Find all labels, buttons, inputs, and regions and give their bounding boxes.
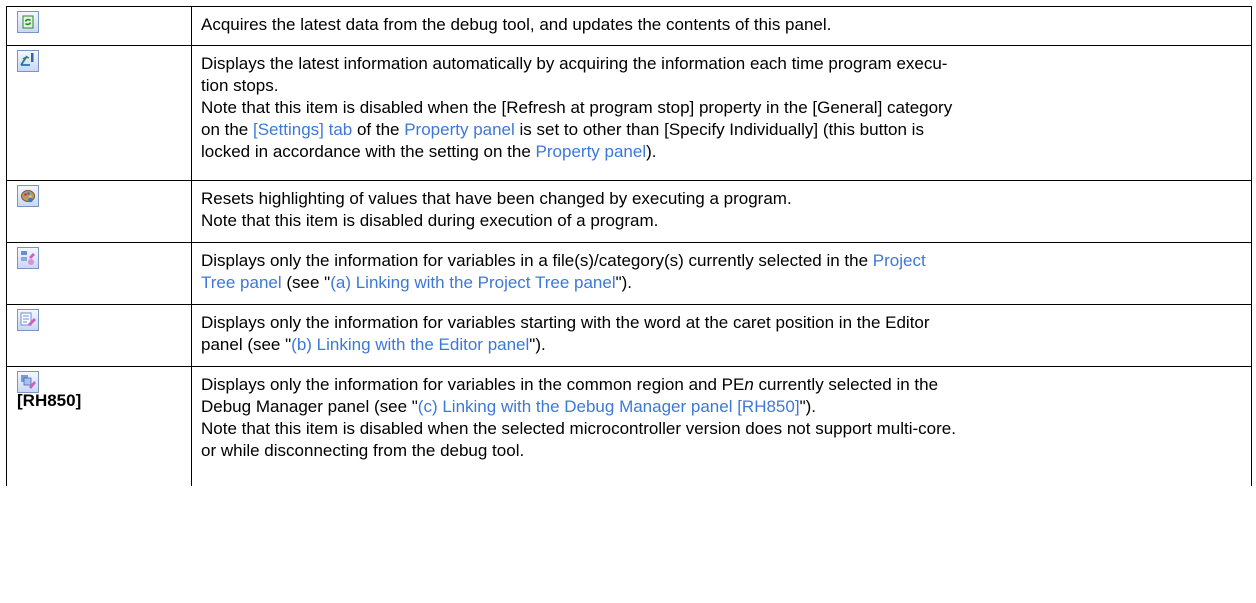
property-panel-link[interactable]: Property panel xyxy=(536,142,647,161)
table-row: Displays the latest information automati… xyxy=(6,45,1252,181)
text-run: locked in accordance with the setting on… xyxy=(201,142,536,161)
text-run: on the xyxy=(201,120,253,139)
auto-refresh-icon xyxy=(17,50,39,72)
text-run: "). xyxy=(799,397,816,416)
description-cell: Displays only the information for variab… xyxy=(191,242,1252,305)
description-cell: Resets highlighting of values that have … xyxy=(191,180,1252,243)
text-line: Displays only the information for variab… xyxy=(201,250,1243,272)
text-run: (see " xyxy=(281,273,331,292)
reset-highlight-icon xyxy=(17,185,39,207)
project-tree-panel-link[interactable]: Project xyxy=(873,251,926,270)
linking-debug-manager-link[interactable]: (c) Linking with the Debug Manager panel… xyxy=(418,397,800,416)
text-run: ). xyxy=(646,142,657,161)
text-run: currently selected in the xyxy=(753,375,939,394)
text-line: locked in accordance with the setting on… xyxy=(201,141,1243,163)
text-line: Debug Manager panel (see "(c) Linking wi… xyxy=(201,396,1243,418)
text-run: is set to other than [Specify Individual… xyxy=(514,120,924,139)
icon-cell xyxy=(6,242,192,305)
table-row: Acquires the latest data from the debug … xyxy=(6,6,1252,46)
text-line: Resets highlighting of values that have … xyxy=(201,189,792,208)
linking-editor-link[interactable]: (b) Linking with the Editor panel xyxy=(291,335,529,354)
italic-n: n xyxy=(744,375,754,394)
linking-project-tree-link[interactable]: (a) Linking with the Project Tree panel xyxy=(330,273,615,292)
description-cell: Displays the latest information automati… xyxy=(191,45,1252,181)
rh850-tag: [RH850] xyxy=(17,391,82,410)
text-run: Displays only the information for variab… xyxy=(201,251,873,270)
text-line: Displays only the information for variab… xyxy=(201,313,930,332)
text-line: or while disconnecting from the debug to… xyxy=(201,441,525,460)
table-row: Resets highlighting of values that have … xyxy=(6,180,1252,243)
link-project-tree-icon xyxy=(17,247,39,269)
icon-cell xyxy=(6,180,192,243)
icon-cell xyxy=(6,304,192,367)
text-line: panel (see "(b) Linking with the Editor … xyxy=(201,334,1243,356)
text-run: of the xyxy=(352,120,405,139)
text-line: Displays only the information for variab… xyxy=(201,374,1243,396)
description-cell: Acquires the latest data from the debug … xyxy=(191,6,1252,46)
settings-tab-link[interactable]: [Settings] tab xyxy=(253,120,352,139)
text-run: "). xyxy=(615,273,633,292)
property-panel-link[interactable]: Property panel xyxy=(404,120,515,139)
table-row: Displays only the information for variab… xyxy=(6,242,1252,305)
text-line: Acquires the latest data from the debug … xyxy=(201,15,832,34)
text-line: on the [Settings] tab of the Property pa… xyxy=(201,119,1243,141)
icon-cell xyxy=(6,45,192,181)
text-line: Note that this item is disabled during e… xyxy=(201,211,659,230)
text-line: Note that this item is disabled when the… xyxy=(201,419,956,438)
table-row: [RH850] Displays only the information fo… xyxy=(6,366,1252,486)
text-line: Displays the latest information automati… xyxy=(201,54,948,73)
text-run: panel (see " xyxy=(201,335,292,354)
text-line: Note that this item is disabled when the… xyxy=(201,98,953,117)
table-row: Displays only the information for variab… xyxy=(6,304,1252,367)
toolbar-buttons-table: Acquires the latest data from the debug … xyxy=(6,6,1252,486)
project-tree-panel-link[interactable]: Tree panel xyxy=(201,273,282,292)
link-debug-manager-icon xyxy=(17,371,39,393)
description-cell: Displays only the information for variab… xyxy=(191,366,1252,486)
text-run: "). xyxy=(529,335,546,354)
icon-cell xyxy=(6,6,192,46)
icon-cell: [RH850] xyxy=(6,366,192,486)
text-line: Tree panel (see "(a) Linking with the Pr… xyxy=(201,272,1243,294)
text-run: Displays only the information for variab… xyxy=(201,375,745,394)
refresh-icon xyxy=(17,11,39,33)
link-editor-icon xyxy=(17,309,39,331)
text-run: Debug Manager panel (see " xyxy=(201,397,418,416)
description-cell: Displays only the information for variab… xyxy=(191,304,1252,367)
text-line: tion stops. xyxy=(201,76,279,95)
